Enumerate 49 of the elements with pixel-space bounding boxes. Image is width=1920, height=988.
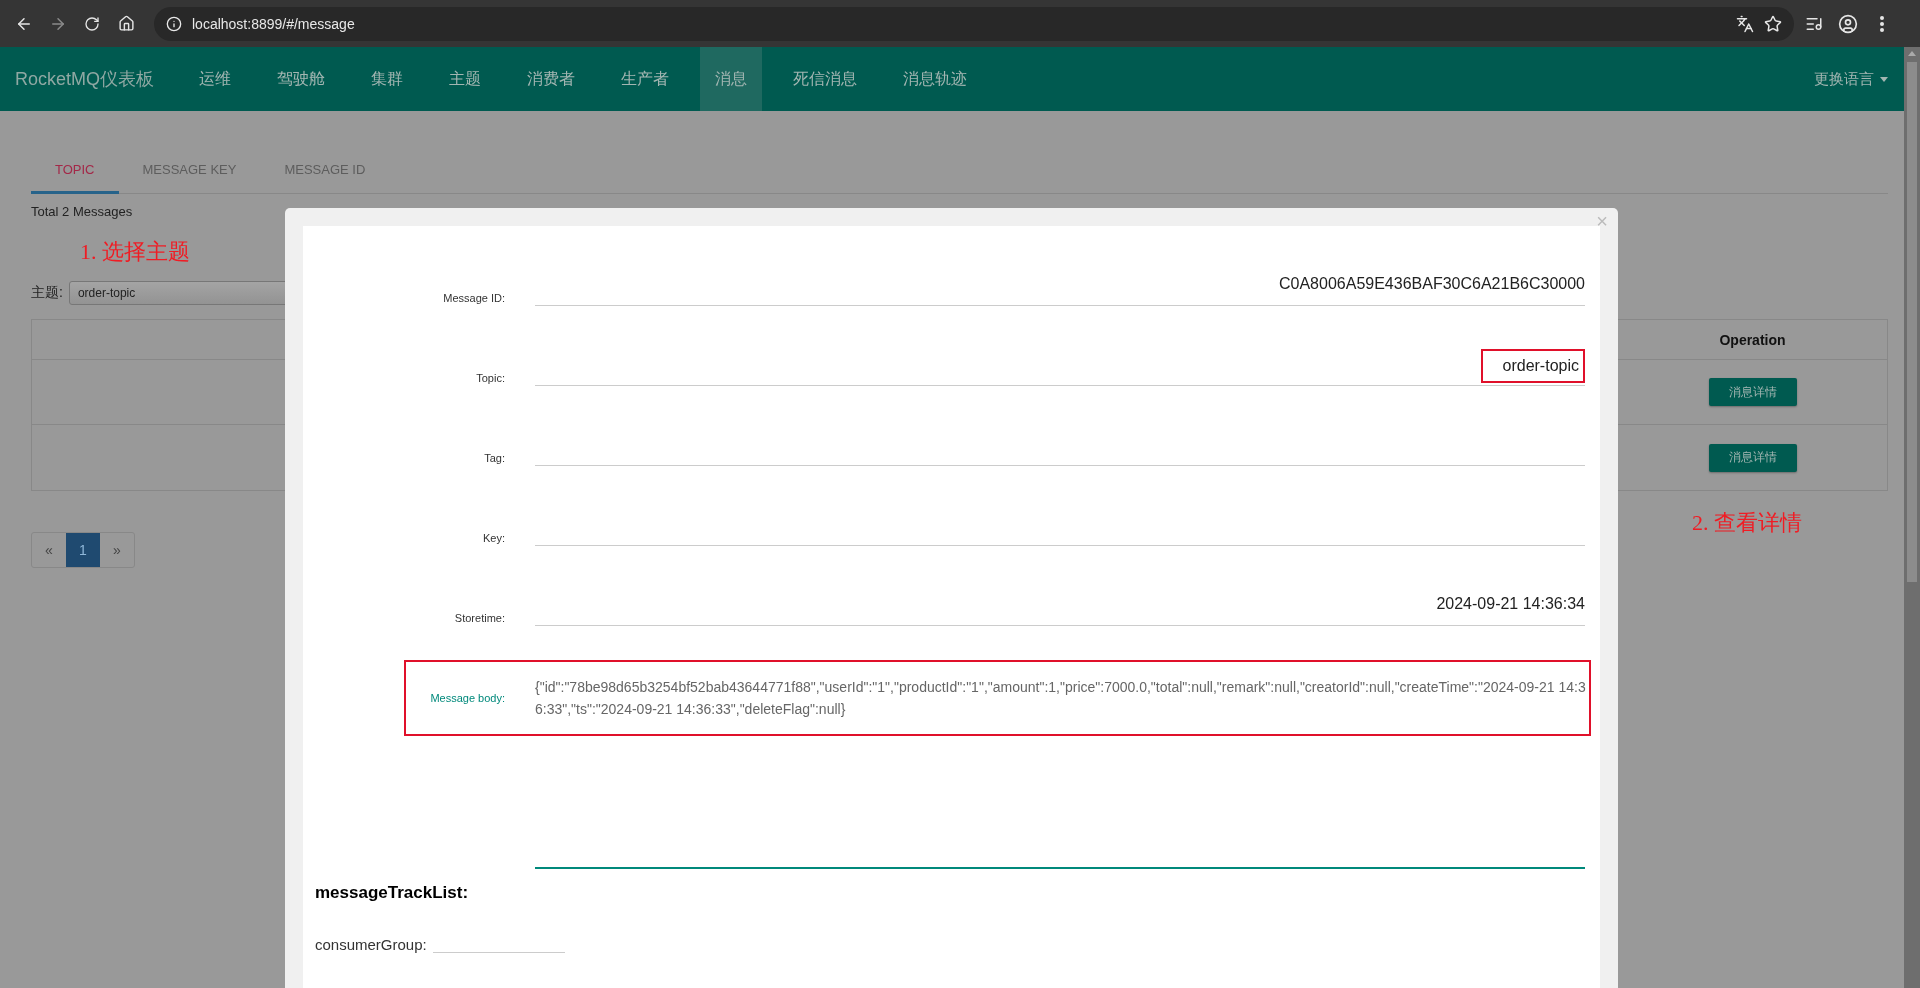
page-button[interactable]: 1	[66, 533, 100, 567]
column-header: Operation	[1719, 331, 1786, 348]
annotation-text: 1. 选择主题	[80, 238, 191, 266]
field-label: Tag:	[483, 452, 505, 466]
field-value: C0A8006A59E436BAF30C6A21B6C30000	[1279, 275, 1585, 294]
message-count: Total 2 Messages	[31, 204, 134, 219]
search-tab[interactable]: MESSAGE ID	[260, 148, 390, 194]
scrollbar[interactable]	[1904, 47, 1920, 988]
next-page-button[interactable]: »	[100, 533, 134, 567]
text-field[interactable]: C0A8006A59E436BAF30C6A21B6C30000	[535, 254, 1585, 306]
field-label: Message body:	[429, 692, 505, 704]
previous-page-button[interactable]: «	[32, 533, 66, 567]
topic-label: 主题:	[31, 284, 63, 302]
reload-icon	[84, 15, 100, 32]
text-field[interactable]: 2024-09-21 14:36:34	[535, 574, 1585, 626]
brand-name[interactable]: RocketMQ仪表板	[15, 67, 155, 91]
scroll-thumb[interactable]	[1907, 62, 1917, 582]
nav-item[interactable]: 主题	[434, 47, 497, 111]
nav-item[interactable]: 运维	[184, 47, 247, 111]
nav-item[interactable]: 生产者	[606, 47, 685, 111]
field-label: Key:	[482, 532, 505, 546]
language-menu[interactable]: 更换语言	[1814, 69, 1888, 89]
nav-item[interactable]: 死信消息	[778, 47, 873, 111]
field-label: consumerGroup:	[315, 936, 427, 953]
home-icon	[117, 15, 135, 32]
section-title: messageTrackList:	[315, 883, 470, 903]
message-body-text: {"id":"78be98d65b3254bf52bab43644771f88","userId":"1","productId":"1","amount":1,"price":7000.0,"total":null,"remark":null,"creatorId":null,"createTime":"2024-09-21 14:36:33","ts":"2024-09-21 14:36:33","deleteFlag":null}	[535, 678, 1587, 719]
nav-item[interactable]: 集群	[356, 47, 419, 111]
address-bar[interactable]: localhost:8899/#/message	[154, 6, 1794, 41]
message-detail-button[interactable]: 消息详情	[1708, 378, 1797, 406]
field-value: order-topic	[1480, 349, 1585, 383]
nav-item[interactable]: 消息轨迹	[888, 47, 983, 111]
text-field[interactable]: order-topic	[535, 334, 1585, 386]
annotation-text: 2. 查看详情	[1692, 509, 1802, 537]
user-icon	[1838, 13, 1858, 34]
translate-icon[interactable]	[1736, 14, 1754, 33]
field-label: Topic:	[475, 372, 505, 386]
info-icon[interactable]	[166, 15, 182, 32]
caret-icon	[1880, 76, 1888, 82]
nav-item[interactable]: 消费者	[512, 47, 591, 111]
search-tab[interactable]: TOPIC	[31, 148, 119, 194]
field-value: 2024-09-21 14:36:34	[1436, 595, 1585, 614]
message-detail-button[interactable]: 消息详情	[1708, 443, 1797, 472]
nav-item[interactable]: 消息	[700, 47, 763, 111]
field-label: Storetime:	[453, 612, 505, 626]
search-tab[interactable]: MESSAGE KEY	[118, 148, 261, 194]
menu-icon	[1880, 15, 1884, 32]
star-icon[interactable]	[1764, 14, 1782, 33]
nav-item[interactable]: 驾驶舱	[262, 47, 341, 111]
